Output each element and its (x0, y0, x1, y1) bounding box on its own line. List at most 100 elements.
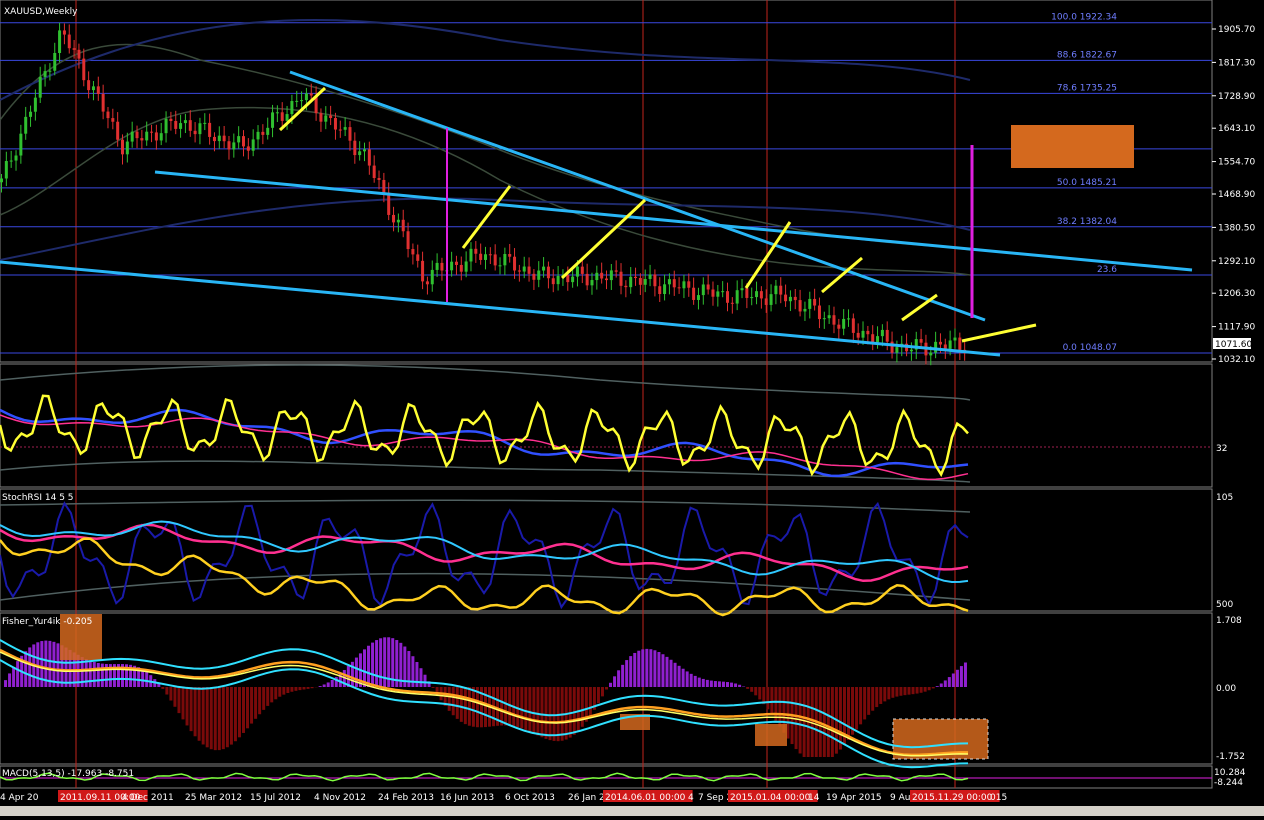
candle-body (5, 161, 8, 178)
candle-body (649, 274, 652, 279)
candle-body (866, 331, 869, 334)
candle-body (620, 272, 623, 286)
current-price-value: 1071.60 (1215, 340, 1252, 350)
candle-body (334, 118, 337, 130)
fisher-bar (867, 687, 870, 715)
fisher-bar (169, 687, 172, 701)
candle-body (557, 276, 560, 284)
trendline-mid (155, 172, 1192, 270)
price-axis: 1905.701817.301728.901643.101554.701468.… (1212, 25, 1255, 365)
fisher-bar (823, 687, 826, 757)
candle-body (644, 279, 647, 285)
fisher-mid-label: 0.00 (1216, 684, 1236, 694)
fisher-bar (28, 647, 31, 687)
macd-label: MACD(5,13,5) -17.963 -8.751 (2, 769, 134, 779)
fisher-bar (210, 687, 213, 749)
fisher-bar (238, 687, 241, 737)
date-label: 15 Jul 2012 (250, 793, 301, 803)
fisher-bar (887, 687, 890, 699)
fisher-histogram (4, 637, 967, 757)
candle-body (426, 281, 429, 284)
price-tick-label: 1554.70 (1218, 158, 1255, 168)
candle-body (547, 267, 550, 279)
chart-area[interactable]: 100.0 1922.3488.6 1822.6778.6 1735.2561.… (0, 0, 1264, 816)
fisher-bar (89, 661, 92, 687)
oscillator-panel: 32 (0, 365, 1227, 482)
candle-body (629, 277, 632, 287)
status-bar (0, 806, 1264, 816)
candle-body (261, 132, 264, 135)
candle-body (474, 249, 477, 254)
fisher-bottom-label: -1.752 (1216, 752, 1245, 762)
candle-body (19, 134, 22, 156)
osc-yellow-line (0, 396, 968, 475)
fisher-bar (101, 664, 104, 687)
fisher-bar (540, 687, 543, 737)
fisher-bar (698, 678, 701, 687)
candle-body (523, 267, 526, 272)
candle-body (794, 297, 797, 300)
candle-body (329, 116, 332, 119)
candle-body (528, 267, 531, 274)
candle-body (411, 249, 414, 254)
candle-body (750, 297, 753, 298)
candle-body (920, 339, 923, 343)
candle-body (15, 156, 18, 161)
price-tick-label: 1206.30 (1218, 289, 1255, 299)
candle-body (208, 123, 211, 137)
candle-body (58, 30, 61, 53)
fisher-bar (940, 683, 943, 687)
candle-body (252, 139, 255, 150)
candle-body (586, 274, 589, 285)
candle-body (939, 342, 942, 345)
candle-body (513, 257, 516, 271)
fisher-bar (916, 687, 919, 694)
candle-body (934, 342, 937, 353)
fisher-bar (895, 687, 898, 697)
fisher-bar (460, 687, 463, 722)
candle-body (590, 280, 593, 285)
fisher-bar (432, 687, 435, 688)
candle-body (97, 86, 100, 94)
candle-body (363, 149, 366, 151)
candle-body (818, 306, 821, 320)
fisher-bar (657, 652, 660, 687)
fisher-bar (319, 686, 322, 687)
fisher-bar (194, 687, 197, 736)
candle-body (803, 309, 806, 312)
fisher-bar (718, 681, 721, 687)
candle-body (881, 330, 884, 336)
candle-body (353, 141, 356, 155)
fisher-bar (795, 687, 798, 749)
date-label: 7 Sep 2 (698, 793, 732, 803)
candle-body (716, 291, 719, 296)
candle-body (29, 112, 32, 117)
date-label: 2015.11.29 00:00 (912, 793, 993, 803)
price-tick-label: 1468.90 (1218, 190, 1255, 200)
price-tick-label: 1380.50 (1218, 223, 1255, 233)
fisher-bar (452, 687, 455, 715)
candle-body (581, 267, 584, 274)
candle-body (465, 261, 468, 271)
vertical-markers (76, 0, 955, 788)
fisher-bar (282, 687, 285, 695)
candle-body (0, 178, 3, 182)
candle-body (828, 315, 831, 318)
fisher-bar (464, 687, 467, 724)
fisher-bar (222, 687, 225, 749)
candle-body (440, 263, 443, 271)
candle-body (784, 295, 787, 302)
candle-body (184, 120, 187, 123)
candle-body (678, 287, 681, 288)
candle-body (891, 342, 894, 353)
candle-body (106, 112, 109, 119)
candle-body (813, 299, 816, 306)
candle-body (605, 279, 608, 281)
candle-body (852, 318, 855, 332)
candle-body (615, 270, 618, 271)
fisher-bar (290, 687, 293, 692)
candle-body (624, 286, 627, 287)
candle-body (944, 344, 947, 348)
panel-frames (0, 0, 1212, 788)
candle-body (257, 132, 260, 140)
